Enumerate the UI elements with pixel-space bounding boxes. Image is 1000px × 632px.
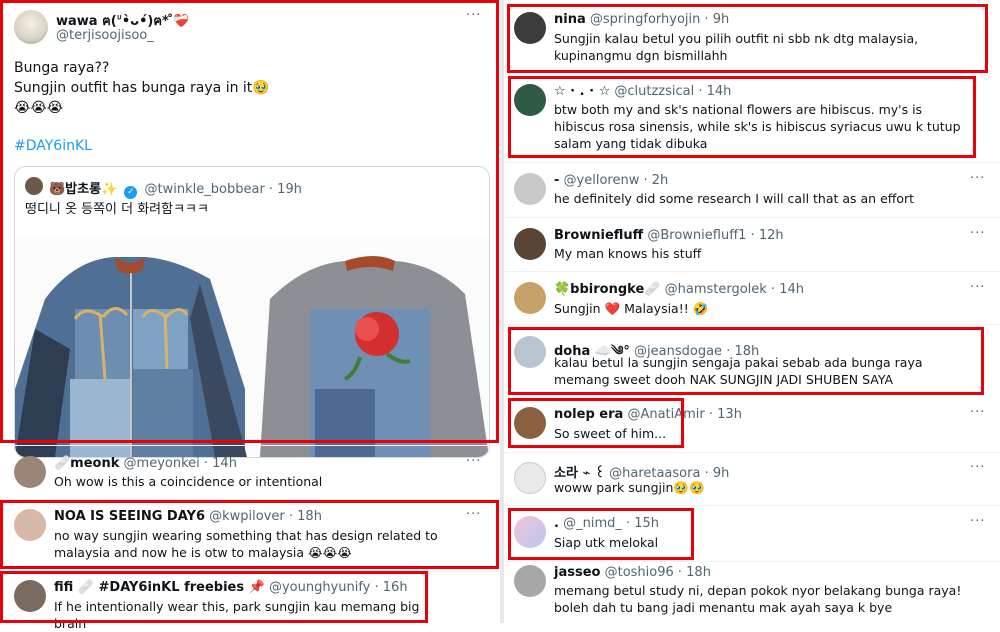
divider — [504, 217, 1000, 218]
jacket-front-image — [15, 256, 489, 457]
user-handle[interactable]: @hamstergolek · 14h — [665, 282, 804, 297]
avatar[interactable] — [14, 580, 46, 612]
display-name[interactable]: wawa ฅ(ᐡ•̀ᴗ•́)ฅ* ̊❤️‍🩹 — [56, 14, 190, 29]
tweet-line: Bunga raya?? — [14, 60, 110, 76]
reply-text: kalau betul la sungjin sengaja pakai seb… — [554, 355, 923, 387]
more-options-icon[interactable]: ··· — [466, 8, 481, 23]
avatar[interactable] — [514, 282, 546, 314]
reply-text: If he intentionally wear this, park sung… — [54, 599, 420, 631]
avatar[interactable] — [514, 336, 546, 368]
avatar[interactable] — [14, 10, 48, 44]
reply-text: Sungjin kalau betul you pilih outfit ni … — [554, 31, 919, 63]
display-name[interactable]: Browniefluff — [554, 228, 643, 243]
divider — [0, 571, 500, 572]
reply-text: btw both my and sk's national flowers ar… — [554, 102, 961, 151]
display-name[interactable]: nina — [554, 12, 586, 27]
more-options-icon[interactable]: ··· — [970, 226, 985, 241]
display-name[interactable]: ☆ · . · ☆ — [554, 84, 610, 99]
user-handle[interactable]: @terjisoojisoo_ — [56, 28, 154, 43]
column-divider — [500, 0, 504, 623]
user-handle[interactable]: @_nimd_ · 15h — [563, 516, 659, 531]
display-name[interactable]: 🍀bbirongke🩹 — [554, 282, 660, 297]
user-handle[interactable]: @kwpilover · 18h — [209, 509, 322, 524]
user-handle[interactable]: @springforhyojin · 9h — [590, 12, 729, 27]
user-handle[interactable]: @meyonkei · 14h — [124, 456, 237, 471]
divider — [504, 271, 1000, 272]
avatar[interactable] — [514, 12, 546, 44]
verified-badge-icon: ✓ — [124, 186, 138, 199]
user-handle[interactable]: @yellorenw · 2h — [564, 173, 669, 188]
display-name[interactable]: - — [554, 173, 559, 188]
media-photo[interactable] — [15, 239, 489, 457]
divider — [0, 499, 500, 500]
divider — [504, 452, 1000, 453]
reply-text: Siap utk melokal — [554, 535, 659, 550]
user-handle[interactable]: @younghyunify · 16h — [269, 580, 408, 595]
divider — [504, 505, 1000, 506]
reply-text: he definitely did some research I will c… — [554, 191, 915, 206]
avatar — [25, 177, 43, 195]
user-handle[interactable]: @Browniefluff1 · 12h — [647, 228, 783, 243]
avatar[interactable] — [514, 407, 546, 439]
divider — [504, 162, 1000, 163]
avatar[interactable] — [14, 509, 46, 541]
more-options-icon[interactable]: ··· — [970, 514, 985, 529]
quoted-text: 떵디니 옷 등쪽이 더 화려함ㅋㅋㅋ — [25, 202, 209, 217]
more-options-icon[interactable]: ··· — [970, 405, 985, 420]
avatar[interactable] — [514, 462, 546, 494]
divider — [504, 324, 1000, 325]
reply-text: no way sungjin wearing something that ha… — [54, 528, 438, 560]
tweet-line: 😭😭😭 — [14, 100, 64, 116]
quoted-tweet[interactable]: 🐻밥초롱✨ ✓ @twinkle_bobbear · 19h 떵디니 옷 등쪽이… — [14, 166, 490, 458]
user-handle[interactable]: @clutzzsical · 14h — [614, 84, 731, 99]
quoted-user-handle: @twinkle_bobbear · 19h — [144, 182, 302, 197]
more-options-icon[interactable]: ··· — [970, 460, 985, 475]
tweet-line: Sungjin outfit has bunga raya in it🥹 — [14, 80, 270, 96]
display-name[interactable]: fifi 🩹 #DAY6inKL freebies 📌 — [54, 580, 265, 595]
hashtag-link[interactable]: #DAY6inKL — [14, 136, 92, 156]
more-options-icon[interactable]: ··· — [466, 507, 481, 522]
reply-text: Sungjin ❤️ Malaysia!! 🤣 — [554, 301, 709, 316]
display-name[interactable]: . — [554, 516, 559, 531]
reply-text: My man knows his stuff — [554, 246, 702, 261]
divider — [0, 445, 500, 446]
more-options-icon[interactable]: ··· — [970, 280, 985, 295]
more-options-icon[interactable]: ··· — [970, 171, 985, 186]
avatar[interactable] — [514, 173, 546, 205]
reply-text: Oh wow is this a coincidence or intentio… — [54, 474, 323, 489]
display-name[interactable]: 🩹meonk — [54, 456, 119, 471]
user-handle[interactable]: @AnatiAmir · 13h — [627, 407, 742, 422]
more-options-icon[interactable]: ··· — [466, 454, 481, 469]
avatar[interactable] — [514, 84, 546, 116]
avatar[interactable] — [514, 228, 546, 260]
display-name[interactable]: jasseo — [554, 565, 600, 580]
reply-text: memang betul study ni, depan pokok nyor … — [554, 583, 962, 615]
avatar[interactable] — [514, 565, 546, 597]
quoted-display-name: 🐻밥초롱✨ — [49, 182, 118, 197]
avatar[interactable] — [514, 516, 546, 548]
reply-text: woww park sungjin🥹🥹 — [554, 480, 705, 495]
reply-text: So sweet of him... — [554, 426, 667, 441]
divider — [504, 561, 1000, 562]
user-handle[interactable]: @toshio96 · 18h — [605, 565, 711, 580]
display-name[interactable]: NOA IS SEEING DAY6 — [54, 509, 205, 524]
avatar[interactable] — [14, 456, 46, 488]
display-name[interactable]: nolep era — [554, 407, 623, 422]
